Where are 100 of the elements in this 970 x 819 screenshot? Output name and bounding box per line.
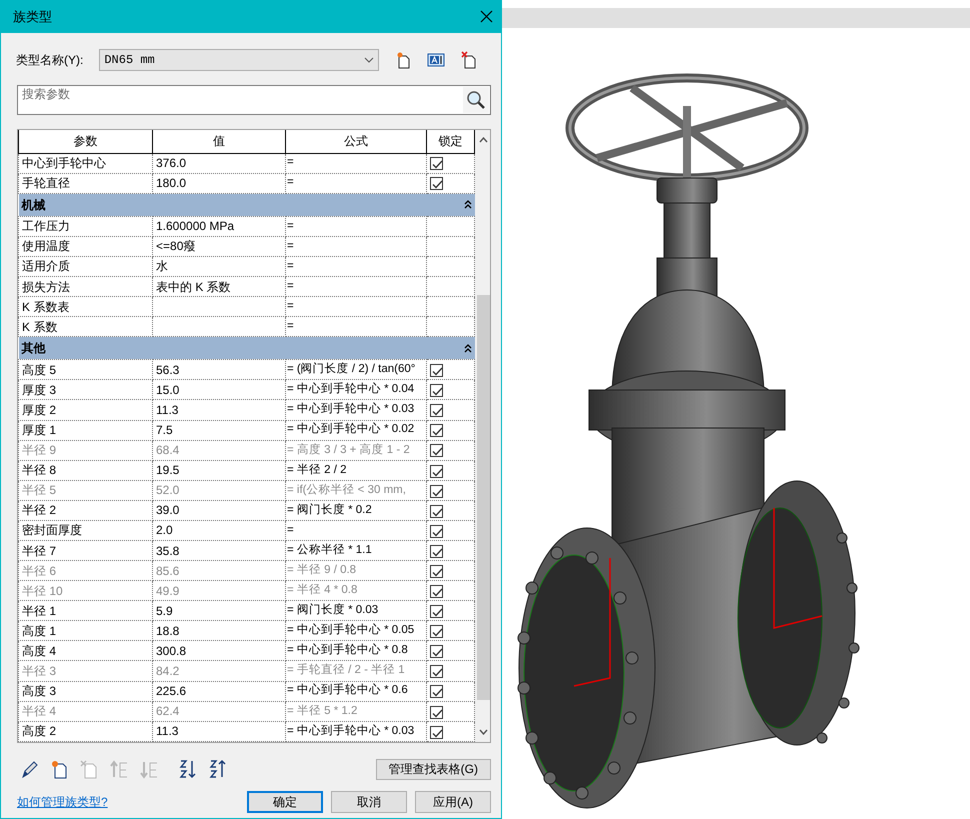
lock-checkbox[interactable]	[430, 524, 443, 538]
formula-cell: = 中心到手轮中心 * 0.05	[286, 620, 426, 641]
collapse-icon[interactable]	[464, 344, 472, 353]
formula-cell: = 中心到手轮中心 * 0.02	[286, 420, 426, 440]
parameter-value: 水	[152, 256, 286, 276]
caret-icon[interactable]	[364, 57, 374, 63]
lock-checkbox[interactable]	[430, 424, 443, 438]
parameter-name: 半径 4	[18, 701, 152, 722]
parameter-name: 厚度 3	[18, 380, 152, 400]
type-name-dropdown[interactable]: DN65 mm	[99, 49, 380, 71]
formula-cell: =	[286, 520, 426, 541]
parameter-value: 180.0	[152, 173, 286, 194]
dialog-button[interactable]: 应用(A)	[415, 791, 491, 813]
group-header: 机械	[22, 196, 46, 214]
formula-cell: = 中心到手轮中心 * 0.04	[286, 380, 426, 400]
formula-cell: =	[286, 296, 426, 317]
parameter-value: 68.4	[152, 440, 286, 460]
lookup-tables-button[interactable]: 管理查找表格(G)	[376, 758, 491, 780]
group-header: 其他	[22, 340, 46, 358]
parameter-name: 高度 3	[18, 681, 152, 702]
window-title: 族类型	[13, 8, 52, 26]
type-name-label: 类型名称(Y):	[16, 52, 84, 69]
lock-checkbox[interactable]	[430, 384, 443, 398]
formula-cell: =	[286, 173, 426, 194]
lock-checkbox[interactable]	[430, 685, 443, 698]
lock-checkbox[interactable]	[430, 364, 443, 378]
parameter-name: 厚度 2	[18, 400, 152, 420]
close-icon[interactable]	[480, 10, 493, 23]
parameter-name: 工作压力	[18, 216, 152, 236]
formula-cell: = 阀门长度 * 0.2	[286, 500, 426, 520]
lock-checkbox[interactable]	[430, 726, 443, 739]
column-header: 公式	[286, 130, 426, 153]
parameter-value: 225.6	[152, 681, 286, 702]
pencil-icon[interactable]	[19, 759, 39, 779]
parameter-value: 85.6	[152, 560, 286, 581]
parameter-value: 1.600000 MPa	[152, 216, 286, 236]
column-header: 值	[152, 130, 286, 153]
parameter-value: 5.9	[152, 600, 286, 621]
parameter-value: 62.4	[152, 701, 286, 722]
parameter-name: 半径 1	[18, 600, 152, 621]
delete-page-icon[interactable]	[461, 51, 478, 69]
lock-checkbox[interactable]	[430, 645, 443, 658]
help-link[interactable]: 如何管理族类型?	[17, 793, 108, 811]
parameter-value: 84.2	[152, 660, 286, 682]
parameter-name: 适用介质	[18, 256, 152, 276]
parameter-value: 56.3	[152, 360, 286, 380]
column-header: 锁定	[426, 130, 474, 153]
parameter-value: 2.0	[152, 520, 286, 541]
parameter-value: 35.8	[152, 540, 286, 561]
formula-cell: = (阀门长度 / 2) / tan(60°	[286, 360, 426, 380]
formula-cell: =	[286, 216, 426, 236]
parameter-value: <=80癈	[152, 236, 286, 256]
search-button[interactable]	[463, 87, 489, 113]
parameter-name: 半径 6	[18, 560, 152, 581]
parameter-name: 半径 5	[18, 480, 152, 500]
rename-icon[interactable]	[427, 53, 446, 67]
new-page-icon[interactable]	[49, 759, 69, 779]
parameter-name: 高度 4	[18, 640, 152, 661]
parameter-value: 18.8	[152, 620, 286, 641]
parameter-value: 300.8	[152, 640, 286, 661]
formula-cell: = 半径 9 / 0.8	[286, 560, 426, 581]
lock-checkbox[interactable]	[430, 404, 443, 418]
formula-cell: = 半径 2 / 2	[286, 460, 426, 480]
parameter-name: 半径 3	[18, 660, 152, 682]
lock-checkbox[interactable]	[430, 605, 443, 618]
formula-cell: = 半径 4 * 0.8	[286, 580, 426, 601]
formula-cell: = 半径 5 * 1.2	[286, 701, 426, 722]
parameter-value: 11.3	[152, 721, 286, 742]
parameter-name: 高度 1	[18, 620, 152, 641]
parameter-name: 高度 2	[18, 721, 152, 742]
formula-cell: =	[286, 256, 426, 276]
formula-cell: =	[286, 153, 426, 174]
formula-cell: = 中心到手轮中心 * 0.03	[286, 400, 426, 420]
lock-checkbox[interactable]	[430, 544, 443, 558]
lock-checkbox[interactable]	[430, 157, 443, 170]
parameter-value: 7.5	[152, 420, 286, 440]
lock-checkbox[interactable]	[430, 504, 443, 518]
parameter-name: 半径 7	[18, 540, 152, 561]
column-header: 参数	[18, 130, 152, 153]
caret-up-icon[interactable]	[479, 137, 488, 143]
parameter-value: 表中的 K 系数	[152, 276, 286, 297]
parameter-name: 手轮直径	[18, 173, 152, 194]
formula-cell: = 中心到手轮中心 * 0.8	[286, 640, 426, 661]
parameter-name: 高度 5	[18, 360, 152, 380]
collapse-icon[interactable]	[464, 200, 472, 210]
parameter-name: 密封面厚度	[18, 520, 152, 541]
parameter-value: 19.5	[152, 460, 286, 480]
caret-down-icon[interactable]	[479, 729, 488, 735]
lock-checkbox[interactable]	[430, 177, 443, 190]
parameter-value: 11.3	[152, 400, 286, 420]
parameter-value: 49.9	[152, 580, 286, 601]
lock-checkbox[interactable]	[430, 464, 443, 478]
parameter-value: 39.0	[152, 500, 286, 520]
dialog-button[interactable]: 取消	[331, 791, 407, 813]
formula-cell: = 公称半径 * 1.1	[286, 540, 426, 561]
dialog-button[interactable]: 确定	[247, 791, 323, 813]
new-page-icon[interactable]	[395, 51, 412, 69]
lock-checkbox[interactable]	[430, 625, 443, 638]
parameter-name: 损失方法	[18, 276, 152, 297]
scrollbar-thumb[interactable]	[477, 295, 490, 700]
